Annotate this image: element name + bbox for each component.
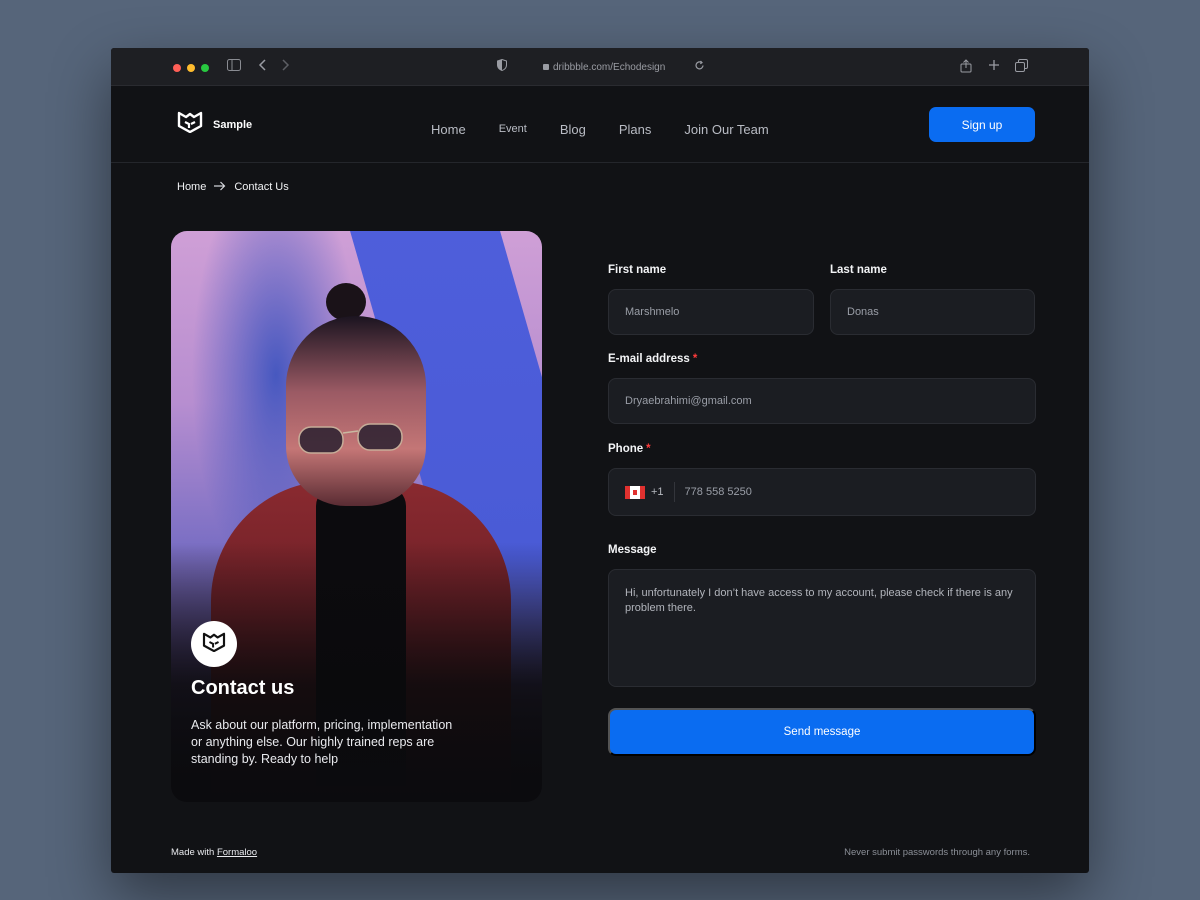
minimize-window-button[interactable] (187, 64, 195, 72)
url-text: dribbble.com/Echodesign (553, 62, 666, 73)
main-nav: Home Event Blog Plans Join Our Team (431, 122, 802, 137)
first-name-value: Marshmelo (625, 306, 680, 318)
phone-field[interactable]: +1 778 558 5250 (608, 468, 1036, 516)
last-name-value: Donas (847, 306, 879, 318)
new-tab-icon[interactable] (988, 59, 1000, 75)
hero-title: Contact us (191, 677, 295, 699)
send-message-button[interactable]: Send message (608, 708, 1036, 756)
signup-button[interactable]: Sign up (929, 107, 1035, 142)
footer-notice: Never submit passwords through any forms… (844, 847, 1030, 858)
maximize-window-button[interactable] (201, 64, 209, 72)
phone-divider (673, 482, 675, 502)
first-name-field[interactable]: Marshmelo (608, 289, 814, 335)
arrow-right-icon (214, 181, 226, 193)
footer-made-with: Made with Formaloo (171, 847, 257, 858)
tabs-overview-icon[interactable] (1015, 59, 1028, 76)
phone-label: Phone * (608, 443, 651, 455)
email-field[interactable]: Dryaebrahimi@gmail.com (608, 378, 1036, 424)
breadcrumb: Home Contact Us (177, 181, 289, 193)
nav-home[interactable]: Home (431, 122, 466, 137)
email-label: E-mail address * (608, 353, 698, 365)
breadcrumb-current: Contact Us (234, 181, 289, 193)
phone-value: 778 558 5250 (684, 486, 752, 498)
close-window-button[interactable] (173, 64, 181, 72)
nav-plans[interactable]: Plans (619, 122, 652, 137)
share-icon[interactable] (960, 59, 972, 77)
site-header: Sample Home Event Blog Plans Join Our Te… (111, 87, 1089, 163)
first-name-label: First name (608, 264, 667, 276)
lock-icon (543, 64, 549, 70)
breadcrumb-home[interactable]: Home (177, 181, 206, 193)
hero-description: Ask about our platform, pricing, impleme… (191, 718, 453, 766)
logo-text: Sample (213, 118, 253, 131)
required-mark: * (646, 443, 651, 455)
contact-hero-card: Contact us Ask about our platform, prici… (171, 231, 542, 802)
browser-toolbar: dribbble.com/Echodesign (111, 48, 1089, 86)
privacy-shield-icon[interactable] (497, 58, 507, 75)
required-mark: * (692, 353, 698, 365)
logo-mark-icon (177, 111, 203, 138)
back-icon[interactable] (258, 59, 268, 75)
browser-window: dribbble.com/Echodesign Sample Home Even… (111, 48, 1089, 873)
canada-flag-icon[interactable] (625, 485, 645, 499)
logo-mark-icon (202, 632, 226, 657)
phone-country-code[interactable]: +1 (651, 486, 664, 498)
reload-icon[interactable] (694, 59, 705, 75)
last-name-field[interactable]: Donas (830, 289, 1035, 335)
message-value: Hi, unfortunately I don’t have access to… (625, 587, 1013, 614)
hero-photo-person-head (286, 316, 426, 506)
message-textarea[interactable]: Hi, unfortunately I don’t have access to… (608, 569, 1036, 687)
nav-blog[interactable]: Blog (560, 122, 586, 137)
address-bar[interactable]: dribbble.com/Echodesign (543, 60, 665, 76)
hero-logo-badge (191, 621, 237, 667)
nav-event[interactable]: Event (499, 123, 527, 138)
last-name-label: Last name (830, 264, 887, 276)
logo[interactable]: Sample (177, 111, 252, 138)
email-value: Dryaebrahimi@gmail.com (625, 395, 752, 407)
nav-join-our-team[interactable]: Join Our Team (684, 122, 768, 137)
message-label: Message (608, 544, 657, 556)
hero-photo-sunglasses (298, 423, 403, 454)
footer-made-with-text: Made with (171, 847, 215, 858)
forward-icon[interactable] (280, 59, 290, 75)
formaloo-link[interactable]: Formaloo (217, 847, 257, 858)
sidebar-icon[interactable] (227, 59, 241, 75)
